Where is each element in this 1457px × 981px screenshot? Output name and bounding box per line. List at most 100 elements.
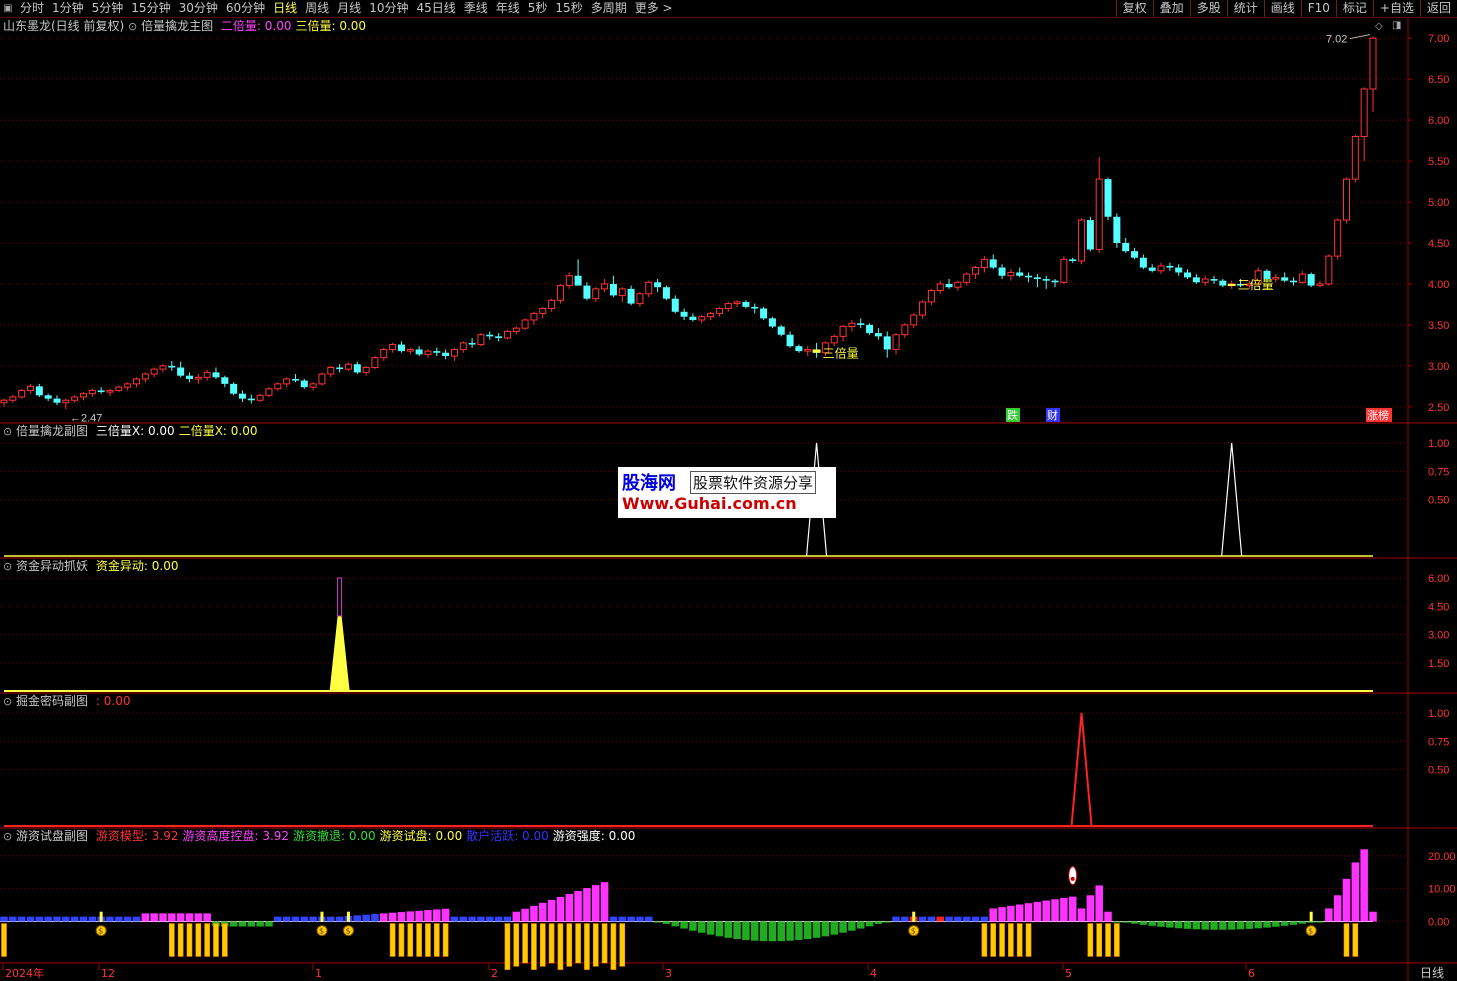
candle-body (1298, 273, 1306, 283)
candle-body (866, 324, 874, 334)
tab-2[interactable]: 5分钟 (88, 0, 128, 17)
sub4-bar (1333, 895, 1342, 922)
sub4-yellow-bar (222, 923, 228, 957)
tab-6[interactable]: 日线 (269, 0, 301, 17)
tab-0[interactable]: 分时 (16, 0, 48, 17)
sub4-yellow-bar (204, 923, 210, 957)
sub4-bar (530, 905, 538, 922)
tab-7[interactable]: 周线 (301, 0, 333, 17)
tab-16[interactable]: 更多 > (631, 0, 677, 17)
candle-body (1060, 258, 1068, 283)
sub4-name[interactable]: 游资试盘副图 (16, 829, 88, 843)
toolbar-button-8[interactable]: 返回 (1419, 0, 1457, 17)
sub4-bar (335, 916, 344, 922)
tab-13[interactable]: 5秒 (524, 0, 552, 17)
tab-4[interactable]: 30分钟 (175, 0, 222, 17)
main-params: 二倍量: 0.00 三倍量: 0.00 (217, 19, 366, 33)
sub4-bar (512, 911, 521, 922)
panel-maximize-icon[interactable]: ◨ (1392, 20, 1401, 31)
sub4-bar (936, 916, 944, 922)
sub3-axis-label-2: 0.50 (1428, 765, 1449, 777)
toolbar-button-7[interactable]: +自选 (1372, 0, 1420, 17)
candle-body (654, 282, 662, 288)
toolbar-button-4[interactable]: 画线 (1263, 0, 1301, 17)
candle-body (397, 344, 405, 352)
candle-body (1334, 219, 1342, 257)
toolbar-button-2[interactable]: 多股 (1189, 0, 1227, 17)
toolbar-button-5[interactable]: F10 (1300, 0, 1336, 17)
candle-body (1131, 251, 1139, 258)
sub4-bar (494, 916, 503, 922)
triple-volume-mark-1: 三倍量 (1238, 277, 1274, 292)
toolbar-button-0[interactable]: 复权 (1115, 0, 1153, 17)
indicator-name[interactable]: 倍量擒龙主图 (141, 19, 213, 33)
window-menu-icon[interactable]: ▣ (0, 1, 16, 16)
candle-body (592, 288, 600, 300)
tab-9[interactable]: 10分钟 (365, 0, 412, 17)
sub4-yellow-bar (407, 923, 414, 957)
candle-body (256, 394, 264, 401)
candle-body (389, 344, 397, 350)
sub2-axis-label-3: 1.50 (1428, 658, 1449, 670)
sub4-yellow-bar (619, 923, 626, 967)
low-price-label: ←2.47 (70, 412, 102, 424)
candle-body (901, 324, 909, 336)
sub4-bar (689, 921, 697, 931)
tab-15[interactable]: 多周期 (587, 0, 631, 17)
sub4-bar (1051, 899, 1059, 922)
candle-body (327, 366, 335, 375)
sub4-bar (362, 914, 370, 922)
toolbar-button-3[interactable]: 统计 (1226, 0, 1264, 17)
candle-body (433, 351, 441, 353)
candle-body (185, 375, 193, 379)
sub4-title: ⊙ 游资试盘副图 游资模型: 3.92 游资高度控盘: 3.92 游资撤退: 0.0… (3, 829, 635, 844)
sub1-axis-label-0: 1.00 (1428, 438, 1449, 450)
sub3-menu-icon[interactable]: ⊙ (3, 695, 12, 708)
sub1-menu-icon[interactable]: ⊙ (3, 425, 12, 438)
sub4-bar (265, 921, 273, 927)
candle-body (919, 301, 927, 316)
candle-body (1033, 277, 1041, 280)
sub4-bar (653, 921, 662, 923)
toolbar-button-1[interactable]: 叠加 (1152, 0, 1190, 17)
tab-1[interactable]: 1分钟 (48, 0, 88, 17)
candle-body (159, 365, 167, 370)
sub4-param-5: 游资强度: 0.00 (552, 829, 636, 843)
sub4-bar (821, 921, 830, 937)
tab-12[interactable]: 年线 (492, 0, 524, 17)
tab-5[interactable]: 60分钟 (222, 0, 269, 17)
candle-body (883, 336, 891, 350)
sub2-menu-icon[interactable]: ⊙ (3, 560, 12, 573)
sub2-name[interactable]: 资金异动抓妖 (16, 559, 88, 573)
candle-body (362, 366, 370, 373)
sub4-bar (998, 907, 1006, 922)
sub4-bar (1289, 921, 1298, 925)
sub3-name[interactable]: 掘金密码副图 (16, 694, 88, 708)
candle-body (830, 335, 838, 344)
sub4-yellow-bar (1343, 923, 1350, 957)
tab-11[interactable]: 季线 (460, 0, 492, 17)
period-tabs: ▣ 分时 1分钟 5分钟 15分钟 30分钟 60分钟 日线 周线 月线 10分钟 45日线 季线 年线… (0, 0, 677, 17)
tab-10[interactable]: 45日线 (412, 0, 459, 17)
sub4-yellow-bar (1114, 923, 1120, 957)
triple-volume-mark-0: 三倍量 (823, 346, 859, 361)
panel-settings-icon[interactable]: ◇ (1375, 21, 1383, 32)
sub4-axis-label-1: 10.00 (1428, 884, 1456, 896)
toolbar-button-6[interactable]: 标记 (1335, 0, 1373, 17)
sub1-name[interactable]: 倍量擒龙副图 (16, 424, 88, 438)
sub4-yellow-bar (557, 923, 564, 970)
sub4-bar (600, 882, 609, 922)
sub4-bar (901, 916, 909, 922)
sub4-menu-icon[interactable]: ⊙ (3, 830, 12, 843)
sub4-bar (1024, 903, 1033, 922)
candle-body (371, 357, 379, 368)
sub4-bar (1033, 901, 1042, 922)
tab-8[interactable]: 月线 (333, 0, 365, 17)
tab-14[interactable]: 15秒 (551, 0, 586, 17)
sub4-bar (141, 913, 150, 922)
indicator-menu-icon[interactable]: ⊙ (128, 20, 137, 33)
tab-3[interactable]: 15分钟 (127, 0, 174, 17)
sub4-bar (1280, 921, 1289, 926)
sub4-bar (1086, 895, 1095, 922)
period-toolbar: ▣ 分时 1分钟 5分钟 15分钟 30分钟 60分钟 日线 周线 月线 10分钟 45日线 季线 年线… (0, 0, 1457, 18)
